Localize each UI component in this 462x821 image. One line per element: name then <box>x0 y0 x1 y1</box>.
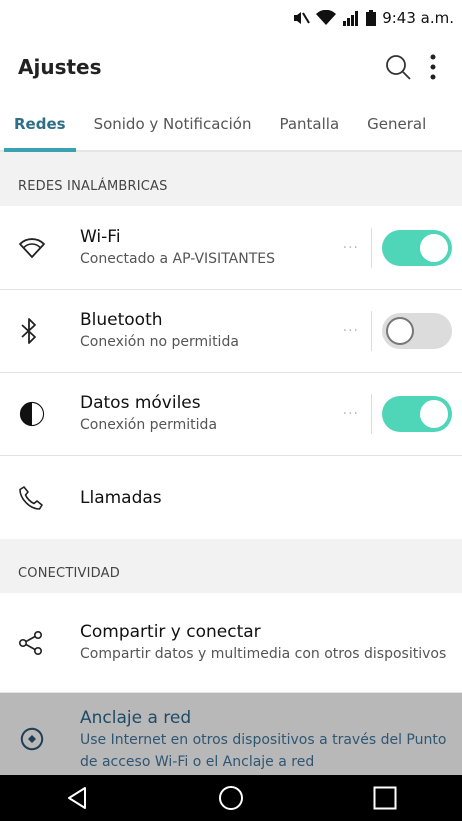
mute-icon <box>294 12 311 24</box>
section-header-wireless: REDES INALÁMBRICAS <box>0 152 462 206</box>
system-navigation-bar <box>0 775 462 821</box>
home-button[interactable] <box>201 775 261 821</box>
wifi-toggle[interactable] <box>382 229 452 266</box>
tab-redes[interactable]: Redes <box>0 98 80 152</box>
share-connect-title: Compartir y conectar <box>80 621 261 642</box>
calls-title: Llamadas <box>80 487 162 508</box>
toggle-knob <box>420 233 448 262</box>
more-options-button[interactable] <box>418 47 448 87</box>
toggle-knob <box>386 317 414 345</box>
recents-icon <box>373 786 397 810</box>
tab-general[interactable]: General <box>353 98 440 150</box>
divider <box>371 227 372 268</box>
tethering-subtitle: Use Internet en otros dispositivos a tra… <box>80 732 447 770</box>
divider <box>371 394 372 434</box>
cell-signal-icon <box>343 11 359 26</box>
share-connect-row[interactable]: Compartir y conectar Compartir datos y m… <box>0 593 462 693</box>
app-bar: Ajustes <box>0 36 462 98</box>
wifi-icon <box>19 237 45 258</box>
mobile-data-title: Datos móviles <box>80 393 201 413</box>
wifi-subtitle: Conectado a AP-VISITANTES <box>80 250 275 267</box>
wifi-more-dots: ··· <box>342 239 359 256</box>
mobile-data-toggle[interactable] <box>382 396 452 432</box>
recents-button[interactable] <box>355 775 415 821</box>
tethering-title: Anclaje a red <box>80 708 192 728</box>
divider <box>371 311 372 351</box>
more-vert-icon <box>430 54 436 80</box>
calls-row[interactable]: Llamadas <box>0 456 462 539</box>
search-button[interactable] <box>378 47 418 87</box>
share-icon <box>18 630 42 655</box>
tab-sonido-notificacion[interactable]: Sonido y Notificación <box>80 98 266 150</box>
status-bar: 9:43 a.m. <box>0 0 462 36</box>
section-header-connectivity: CONECTIVIDAD <box>0 539 462 593</box>
search-icon <box>386 55 411 80</box>
bluetooth-subtitle: Conexión no permitida <box>80 334 239 350</box>
wifi-signal-icon <box>316 10 337 25</box>
back-icon <box>68 787 86 809</box>
mobile-data-subtitle: Conexión permitida <box>80 417 218 433</box>
bluetooth-more-dots: ··· <box>342 323 359 339</box>
phone-icon <box>19 485 43 510</box>
back-button[interactable] <box>47 775 107 821</box>
bluetooth-toggle[interactable] <box>382 313 452 349</box>
tab-pantalla[interactable]: Pantalla <box>265 98 353 150</box>
home-icon <box>219 786 243 810</box>
toggle-knob <box>420 400 448 428</box>
mobile-data-icon <box>19 401 45 427</box>
page-title: Ajustes <box>18 55 102 79</box>
wifi-title: Wi-Fi <box>80 226 121 247</box>
bluetooth-icon <box>21 318 36 344</box>
share-connect-subtitle: Compartir datos y multimedia con otros d… <box>80 645 447 662</box>
mobile-data-more-dots: ··· <box>342 406 359 422</box>
mobile-data-row[interactable]: Datos móviles Conexión permitida ··· <box>0 373 462 456</box>
battery-icon <box>366 10 377 26</box>
tethering-icon <box>20 727 44 751</box>
bluetooth-title: Bluetooth <box>80 310 163 330</box>
tab-bar: Redes Sonido y Notificación Pantalla Gen… <box>0 98 462 152</box>
wifi-row[interactable]: Wi-Fi Conectado a AP-VISITANTES ··· <box>0 206 462 290</box>
bluetooth-row[interactable]: Bluetooth Conexión no permitida ··· <box>0 290 462 373</box>
tethering-row[interactable]: Anclaje a red Use Internet en otros disp… <box>0 693 462 779</box>
status-time: 9:43 a.m. <box>382 9 454 27</box>
